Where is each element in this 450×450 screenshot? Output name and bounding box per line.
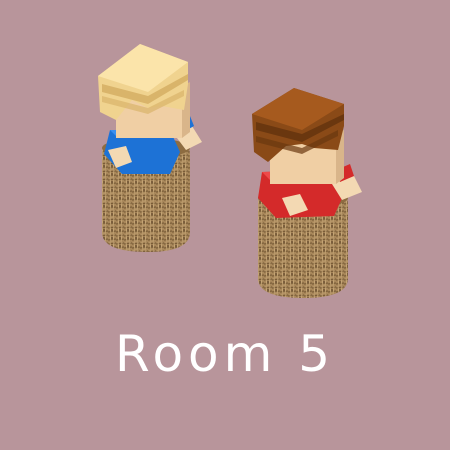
brown-player-character[interactable] [248, 86, 368, 301]
blond-player-character[interactable] [92, 42, 212, 257]
brown-player-sprite [252, 88, 362, 298]
blond-player-sprite [98, 44, 202, 252]
game-scene: Room 5 [0, 0, 450, 450]
room-title: Room 5 [114, 325, 336, 383]
